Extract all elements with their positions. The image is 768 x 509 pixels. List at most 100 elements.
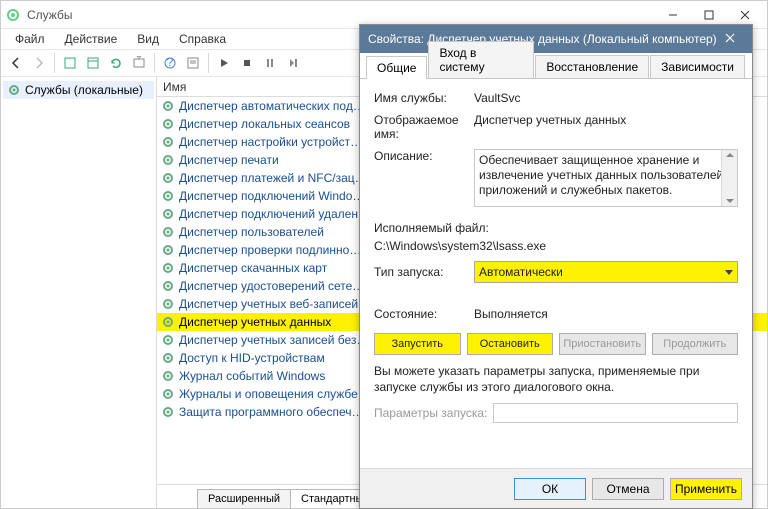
value-service-name: VaultSvc bbox=[474, 91, 738, 105]
restart-service-button[interactable] bbox=[282, 52, 304, 74]
service-name: Диспетчер автоматических под… bbox=[179, 99, 365, 113]
startup-type-value: Автоматически bbox=[479, 265, 563, 279]
label-executable: Исполняемый файл: bbox=[374, 221, 738, 235]
dialog-title: Свойства: Диспетчер учетных данных (Лока… bbox=[368, 32, 716, 46]
ok-button[interactable]: ОК bbox=[514, 478, 586, 500]
toolbar-btn-1[interactable] bbox=[59, 52, 81, 74]
minimize-button[interactable] bbox=[655, 3, 691, 27]
scrollbar[interactable] bbox=[721, 150, 737, 206]
refresh-button[interactable] bbox=[105, 52, 127, 74]
cancel-button[interactable]: Отмена bbox=[592, 478, 664, 500]
resume-button: Продолжить bbox=[652, 333, 739, 355]
chevron-down-icon bbox=[725, 270, 733, 275]
start-service-button[interactable] bbox=[213, 52, 235, 74]
pause-service-button[interactable] bbox=[259, 52, 281, 74]
menu-file[interactable]: Файл bbox=[7, 30, 53, 48]
description-box[interactable]: Обеспечивает защищенное хранение и извле… bbox=[474, 149, 738, 207]
gear-icon bbox=[5, 7, 21, 23]
gear-icon bbox=[161, 135, 175, 149]
label-startup-type: Тип запуска: bbox=[374, 265, 474, 279]
service-name: Диспетчер печати bbox=[179, 153, 279, 167]
navigation-pane: Службы (локальные) bbox=[1, 77, 157, 508]
window-controls bbox=[655, 3, 763, 27]
service-name: Диспетчер локальных сеансов bbox=[179, 117, 350, 131]
gear-icon bbox=[7, 83, 21, 97]
help-button[interactable]: ? bbox=[159, 52, 181, 74]
gear-icon bbox=[161, 153, 175, 167]
start-button[interactable]: Запустить bbox=[374, 333, 461, 355]
service-name: Диспетчер подключений удален… bbox=[179, 207, 370, 221]
service-name: Защита программного обеспеч… bbox=[179, 405, 363, 419]
gear-icon bbox=[161, 387, 175, 401]
tab-general[interactable]: Общие bbox=[366, 56, 427, 79]
service-name: Журнал событий Windows bbox=[179, 369, 325, 383]
gear-icon bbox=[161, 171, 175, 185]
service-name: Диспетчер учетных записей без… bbox=[179, 333, 368, 347]
properties-dialog: Свойства: Диспетчер учетных данных (Лока… bbox=[359, 24, 753, 509]
label-description: Описание: bbox=[374, 149, 474, 163]
toolbar-btn-2[interactable] bbox=[82, 52, 104, 74]
service-name: Доступ к HID-устройствам bbox=[179, 351, 325, 365]
gear-icon bbox=[161, 405, 175, 419]
service-name: Диспетчер платежей и NFC/зац… bbox=[179, 171, 367, 185]
properties-button[interactable] bbox=[182, 52, 204, 74]
service-name: Диспетчер подключений Windo… bbox=[179, 189, 364, 203]
apply-button[interactable]: Применить bbox=[670, 478, 742, 500]
value-display-name: Диспетчер учетных данных bbox=[474, 113, 738, 127]
gear-icon bbox=[161, 315, 175, 329]
tab-dependencies[interactable]: Зависимости bbox=[650, 55, 745, 78]
label-state: Состояние: bbox=[374, 307, 474, 321]
stop-button[interactable]: Остановить bbox=[467, 333, 554, 355]
startup-type-select[interactable]: Автоматически bbox=[474, 261, 738, 283]
service-name: Диспетчер удостоверений сете… bbox=[179, 279, 364, 293]
menu-action[interactable]: Действие bbox=[57, 30, 126, 48]
maximize-button[interactable] bbox=[691, 3, 727, 27]
close-button[interactable] bbox=[727, 3, 763, 27]
dialog-tabs: Общие Вход в систему Восстановление Зави… bbox=[360, 53, 752, 79]
stop-service-button[interactable] bbox=[236, 52, 258, 74]
value-description: Обеспечивает защищенное хранение и извле… bbox=[479, 153, 727, 197]
value-executable: C:\Windows\system32\lsass.exe bbox=[374, 239, 738, 253]
dialog-close-button[interactable] bbox=[716, 32, 744, 46]
svg-text:?: ? bbox=[167, 56, 174, 69]
service-name: Журналы и оповещения службе… bbox=[179, 387, 370, 401]
back-button[interactable] bbox=[5, 52, 27, 74]
label-display-name: Отображаемое имя: bbox=[374, 113, 474, 141]
menu-help[interactable]: Справка bbox=[171, 30, 234, 48]
forward-button[interactable] bbox=[28, 52, 50, 74]
service-name: Диспетчер учетных данных bbox=[179, 315, 331, 329]
startup-params-hint: Вы можете указать параметры запуска, при… bbox=[374, 363, 738, 395]
service-name: Диспетчер проверки подлинно… bbox=[179, 243, 361, 257]
gear-icon bbox=[161, 243, 175, 257]
gear-icon bbox=[161, 99, 175, 113]
params-input[interactable] bbox=[493, 403, 738, 423]
dialog-titlebar: Свойства: Диспетчер учетных данных (Лока… bbox=[360, 25, 752, 53]
pause-button: Приостановить bbox=[559, 333, 646, 355]
tab-logon[interactable]: Вход в систему bbox=[428, 41, 534, 78]
tab-extended[interactable]: Расширенный bbox=[197, 489, 291, 508]
label-service-name: Имя службы: bbox=[374, 91, 474, 105]
service-name: Диспетчер скачанных карт bbox=[179, 261, 327, 275]
gear-icon bbox=[161, 117, 175, 131]
label-params: Параметры запуска: bbox=[374, 406, 487, 420]
menu-view[interactable]: Вид bbox=[129, 30, 167, 48]
tree-item-services-local[interactable]: Службы (локальные) bbox=[3, 81, 154, 99]
dialog-footer: ОК Отмена Применить bbox=[360, 468, 752, 508]
gear-icon bbox=[161, 351, 175, 365]
gear-icon bbox=[161, 207, 175, 221]
gear-icon bbox=[161, 225, 175, 239]
state-buttons: Запустить Остановить Приостановить Продо… bbox=[374, 333, 738, 355]
dialog-body: Имя службы: VaultSvc Отображаемое имя: Д… bbox=[360, 79, 752, 468]
tab-recovery[interactable]: Восстановление bbox=[535, 55, 649, 78]
service-name: Диспетчер пользователей bbox=[179, 225, 324, 239]
window-title: Службы bbox=[27, 8, 655, 22]
export-button[interactable] bbox=[128, 52, 150, 74]
value-state: Выполняется bbox=[474, 307, 738, 321]
gear-icon bbox=[161, 261, 175, 275]
gear-icon bbox=[161, 333, 175, 347]
gear-icon bbox=[161, 369, 175, 383]
gear-icon bbox=[161, 279, 175, 293]
gear-icon bbox=[161, 297, 175, 311]
service-name: Диспетчер учетных веб-записей bbox=[179, 297, 358, 311]
tree-item-label: Службы (локальные) bbox=[25, 83, 143, 97]
